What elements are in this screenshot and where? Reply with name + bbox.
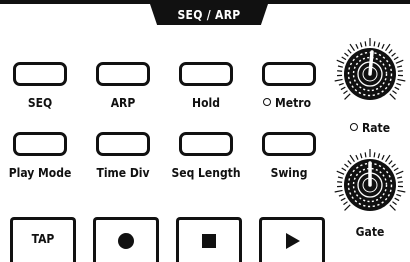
stop-icon (199, 231, 219, 251)
rate-indicator-icon (350, 123, 358, 131)
hold-button[interactable] (179, 62, 233, 86)
gate-knob[interactable] (332, 147, 408, 223)
rate-label: Rate (362, 121, 390, 135)
metro-button[interactable] (262, 62, 316, 86)
arp-button[interactable] (96, 62, 150, 86)
arp-label: ARP (111, 96, 136, 110)
record-button[interactable] (93, 217, 159, 262)
section-title-tab: SEQ / ARP (150, 4, 268, 25)
gate-label: Gate (356, 225, 385, 239)
metro-label-group: Metro (263, 96, 311, 110)
seq-length-button[interactable] (179, 132, 233, 156)
rate-knob[interactable] (332, 36, 408, 112)
metro-indicator-icon (263, 98, 271, 106)
play-mode-label: Play Mode (9, 166, 72, 180)
swing-button[interactable] (262, 132, 316, 156)
rate-label-group: Rate (350, 121, 390, 135)
hold-label: Hold (192, 96, 220, 110)
rate-knob-pointer (370, 52, 372, 74)
swing-label: Swing (271, 166, 308, 180)
play-icon (282, 231, 302, 251)
tap-button[interactable]: TAP (10, 217, 76, 262)
seq-label: SEQ (28, 96, 52, 110)
play-button[interactable] (259, 217, 325, 262)
time-div-button[interactable] (96, 132, 150, 156)
seq-button[interactable] (13, 62, 67, 86)
metro-label: Metro (275, 96, 311, 110)
section-title: SEQ / ARP (177, 8, 240, 22)
time-div-label: Time Div (96, 166, 149, 180)
play-mode-button[interactable] (13, 132, 67, 156)
panel-top-line (0, 0, 410, 4)
stop-button[interactable] (176, 217, 242, 262)
record-icon (116, 231, 136, 251)
tap-label: TAP (13, 232, 73, 246)
seq-length-label: Seq Length (171, 166, 240, 180)
